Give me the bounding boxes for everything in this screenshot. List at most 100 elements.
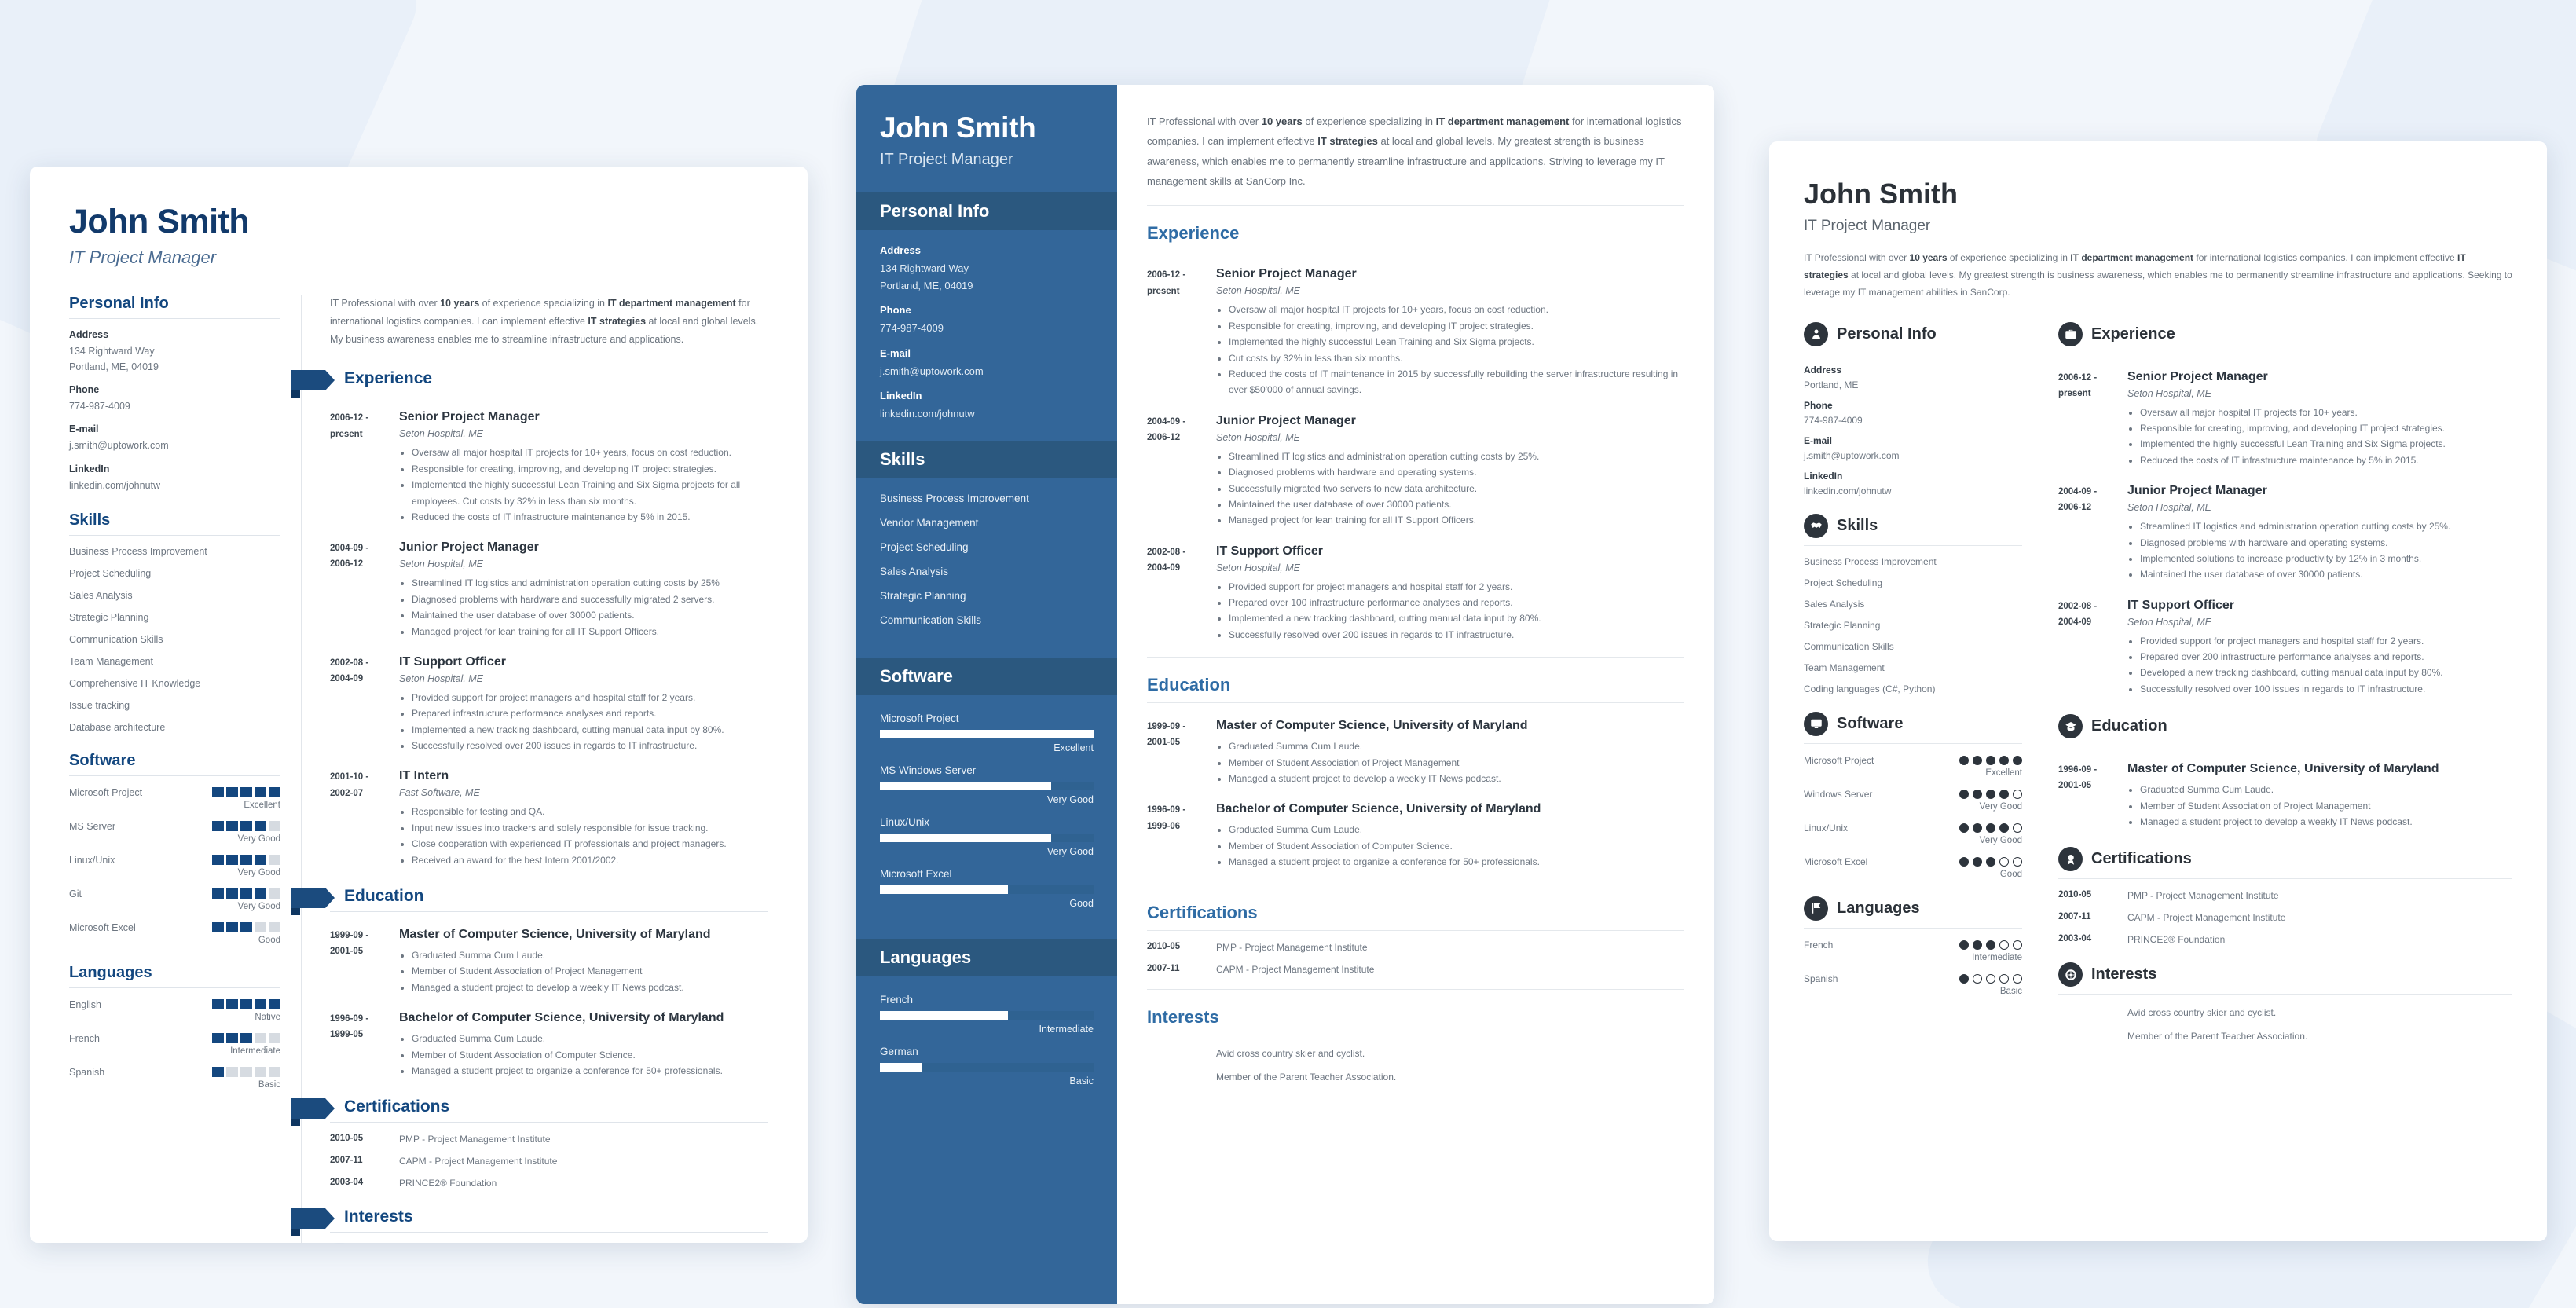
row-text: PMP - Project Management Institute	[399, 1134, 551, 1145]
linkedin-value[interactable]: linkedin.com/johnutw	[880, 406, 1094, 422]
rating-dot	[1959, 823, 1969, 833]
rating-square	[212, 787, 224, 798]
row-text: PMP - Project Management Institute	[1216, 941, 1368, 953]
entry-row: 2002-08 -2004-09 IT Support Officer Seton …	[330, 655, 768, 754]
bullet-item: Provided support for project managers an…	[412, 690, 768, 705]
progress-label: Linux/Unix	[880, 815, 930, 828]
phone-label: Phone	[880, 304, 911, 316]
rating-square	[240, 999, 252, 1010]
bullet-item: Managed project for lean training for al…	[412, 624, 768, 639]
rating-caption: Excellent	[1985, 768, 2022, 778]
entry-date: 2004-09 -2006-12	[1147, 416, 1186, 442]
monitor-icon	[1804, 711, 1828, 736]
row-text: PMP - Project Management Institute	[2127, 890, 2279, 902]
linkedin-value[interactable]: linkedin.com/johnutw	[69, 478, 280, 493]
entry-bullets: Graduated Summa Cum Laude.Member of Stud…	[1229, 822, 1684, 870]
skill-item: Team Management	[69, 655, 154, 667]
rating-dots	[1959, 973, 2022, 984]
skill-item: Strategic Planning	[880, 589, 966, 602]
entry-bullets: Oversaw all major hospital IT projects f…	[1229, 302, 1684, 398]
rating-item: English Native	[69, 999, 280, 1022]
bullet-item: Reduced the costs of IT maintenance in 2…	[1229, 366, 1684, 398]
bullet-item: Provided support for project managers an…	[2140, 633, 2512, 649]
entry-title: Master of Computer Science, University o…	[2127, 762, 2439, 776]
progress-caption: Good	[1069, 897, 1094, 909]
row-text: CAPM - Project Management Institute	[399, 1156, 558, 1167]
resume-template-1[interactable]: John Smith IT Project Manager Personal I…	[30, 167, 808, 1243]
rating-item: Linux/Unix Very Good	[1804, 823, 2022, 845]
skill-item: Business Process Improvement	[1804, 555, 1937, 567]
skill-item: Sales Analysis	[880, 565, 949, 577]
progress-item: Microsoft Project Excellent	[880, 713, 1094, 753]
rating-item: Spanish Basic	[69, 1067, 280, 1090]
resume1-job-title: IT Project Manager	[69, 247, 217, 267]
resume1-summary: IT Professional with over 10 years of ex…	[330, 298, 759, 346]
entry-date: 2002-08 -2004-09	[2058, 601, 2098, 627]
bullet-item: Graduated Summa Cum Laude.	[2140, 782, 2512, 797]
phone-value: 774-987-4009	[69, 401, 130, 412]
progress-fill	[880, 781, 1051, 790]
resume3-name: John Smith	[1804, 178, 1958, 210]
rating-dots	[1959, 856, 2022, 867]
resume2-sidebar: John Smith IT Project Manager Personal I…	[856, 85, 1117, 1304]
resume3-skills-heading: Skills	[1837, 516, 1878, 534]
rating-squares	[212, 855, 280, 866]
resume2-education-heading: Education	[1147, 675, 1231, 695]
rating-square	[269, 922, 280, 933]
entry-row: 2004-09 -2006-12 Junior Project Manager Se…	[1147, 414, 1684, 529]
resume2-certifications-heading: Certifications	[1147, 902, 1258, 922]
rating-label: Linux/Unix	[69, 854, 115, 866]
resume-template-2[interactable]: John Smith IT Project Manager Personal I…	[856, 85, 1714, 1304]
bullet-item: Graduated Summa Cum Laude.	[412, 947, 768, 963]
bullet-item: Input new issues into trackers and solel…	[412, 820, 768, 836]
skill-item: Database architecture	[69, 721, 166, 733]
entry-bullets: Provided support for project managers an…	[2140, 633, 2512, 698]
entry-row: 1999-09 -2001-05 Master of Computer Scien…	[1147, 719, 1684, 786]
rating-square	[240, 888, 252, 899]
email-value[interactable]: j.smith@uptowork.com	[880, 364, 1094, 379]
rating-item: Linux/Unix Very Good	[69, 855, 280, 877]
linkedin-value[interactable]: linkedin.com/johnutw	[1804, 485, 2022, 496]
rating-dot	[1986, 856, 1995, 867]
resume1-education-heading: Education	[344, 887, 424, 906]
entry-bullets: Provided support for project managers an…	[1229, 579, 1684, 643]
rating-squares	[212, 1067, 280, 1078]
progress-track	[880, 1062, 1094, 1072]
email-value[interactable]: j.smith@uptowork.com	[1804, 450, 2022, 461]
row-text: PRINCE2® Foundation	[2127, 934, 2226, 946]
bullet-item: Reduced the costs of IT infrastructure m…	[2140, 452, 2512, 468]
bullet-item: Implemented the highly successful Lean T…	[1229, 334, 1684, 350]
rating-caption: Excellent	[244, 800, 280, 810]
bullet-item: Maintained the user database of over 300…	[1229, 496, 1684, 512]
skill-item: Sales Analysis	[69, 589, 133, 601]
rating-label: French	[1804, 939, 1834, 951]
entry-bullets: Oversaw all major hospital IT projects f…	[412, 445, 768, 525]
rating-caption: Very Good	[237, 867, 280, 877]
divider	[1147, 929, 1684, 931]
bullet-item: Prepared infrastructure performance anal…	[412, 705, 768, 721]
divider	[2058, 994, 2512, 995]
divider	[69, 318, 280, 319]
resume3-education-list: 1996-09 -2001-05 Master of Computer Scien…	[2058, 762, 2512, 830]
bullet-item: Oversaw all major hospital IT projects f…	[1229, 302, 1684, 317]
bullet-item: Managed a student project to organize a …	[1229, 854, 1684, 870]
rating-square	[240, 855, 252, 866]
email-value[interactable]: j.smith@uptowork.com	[69, 438, 280, 452]
rating-dot	[1999, 755, 2009, 765]
resume2-job-title: IT Project Manager	[880, 151, 1013, 168]
rating-label: Microsoft Project	[1804, 754, 1874, 766]
resume2-education-list: 1999-09 -2001-05 Master of Computer Scien…	[1147, 719, 1684, 870]
rating-dot	[2013, 755, 2022, 765]
rating-dot	[1973, 940, 1982, 950]
entry-row: 1996-09 -1999-05 Bachelor of Computer Sci…	[330, 1011, 768, 1079]
progress-item: MS Windows Server Very Good	[880, 764, 1094, 805]
resume2-summary: IT Professional with over 10 years of ex…	[1147, 115, 1682, 188]
entry-title: Bachelor of Computer Science, University…	[1216, 802, 1541, 816]
entry-title: Master of Computer Science, University o…	[399, 928, 711, 942]
resume3-languages-list: French Intermediate Spanish Basic	[1804, 940, 2022, 996]
rating-dot	[1986, 973, 1995, 984]
row-text: PRINCE2® Foundation	[399, 1178, 497, 1189]
resume-template-3[interactable]: John Smith IT Project Manager IT Profess…	[1769, 141, 2547, 1241]
row-date: 2003-04	[2058, 934, 2092, 944]
progress-item: German Basic	[880, 1046, 1094, 1086]
